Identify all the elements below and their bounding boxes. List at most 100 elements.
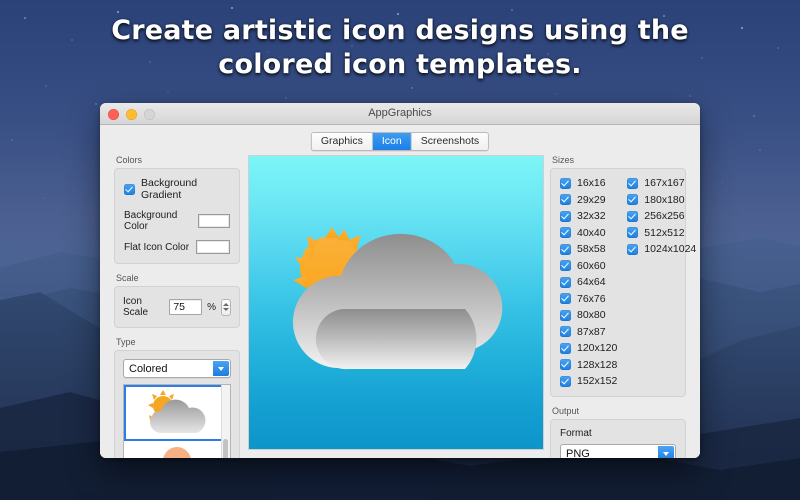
format-select-value: PNG xyxy=(566,447,590,459)
thumbnail-scrollbar[interactable] xyxy=(221,385,230,458)
size-checkbox-58x58[interactable] xyxy=(560,243,571,255)
size-label: 60x60 xyxy=(577,259,606,272)
thumbnail-sun-cloud-icon[interactable] xyxy=(124,385,230,441)
sizes-column-one: 16x16 29x29 32x32 40x40 58x58 60x60 64x64 76x76… xyxy=(560,177,617,387)
size-checkbox-60x60[interactable] xyxy=(560,260,571,271)
size-checkbox-64x64[interactable] xyxy=(560,276,571,288)
type-select[interactable]: Colored xyxy=(123,359,231,378)
sizes-group: Sizes 16x16 29x29 32x32 40x40 58x58 60x60 64x6… xyxy=(550,155,696,397)
size-checkbox-167x167[interactable] xyxy=(627,177,639,189)
sizes-group-body: 16x16 29x29 32x32 40x40 58x58 60x60 64x64 76x76… xyxy=(550,168,696,397)
marketing-headline: Create artistic icon designs using the c… xyxy=(0,14,800,82)
size-label: 87x87 xyxy=(577,325,606,338)
size-row-32x32[interactable]: 32x32 xyxy=(560,210,617,222)
background-gradient-checkbox[interactable] xyxy=(124,183,135,195)
stepper-up-icon[interactable] xyxy=(223,303,230,306)
size-checkbox-512x512[interactable] xyxy=(627,227,639,238)
size-row-512x512[interactable]: 512x512 xyxy=(627,227,696,239)
size-row-256x256[interactable]: 256x256 xyxy=(627,210,696,222)
size-row-1024x1024[interactable]: 1024x1024 xyxy=(627,243,696,255)
size-label: 180x180 xyxy=(644,193,685,206)
size-row-80x80[interactable]: 80x80 xyxy=(560,309,617,321)
background-color-well[interactable] xyxy=(198,214,230,228)
size-row-120x120[interactable]: 120x120 xyxy=(560,342,617,354)
sun-cloud-icon xyxy=(148,390,206,433)
size-row-87x87[interactable]: 87x87 xyxy=(560,326,617,338)
window-titlebar: AppGraphics xyxy=(100,103,700,125)
size-checkbox-152x152[interactable] xyxy=(560,375,571,387)
size-checkbox-80x80[interactable] xyxy=(560,309,571,321)
tab-icon[interactable]: Icon xyxy=(372,133,412,150)
flat-icon-color-row: Flat Icon Color xyxy=(124,240,230,254)
type-group: Type Colored xyxy=(114,337,240,458)
size-label: 16x16 xyxy=(577,177,606,189)
size-label: 29x29 xyxy=(577,193,606,206)
size-label: 58x58 xyxy=(577,243,606,255)
size-row-29x29[interactable]: 29x29 xyxy=(560,194,617,206)
size-checkbox-180x180[interactable] xyxy=(627,194,639,205)
zoom-button[interactable] xyxy=(144,109,155,120)
size-checkbox-16x16[interactable] xyxy=(560,177,571,189)
type-group-body: Colored xyxy=(114,350,240,458)
size-row-180x180[interactable]: 180x180 xyxy=(627,194,696,206)
size-checkbox-256x256[interactable] xyxy=(627,210,639,222)
minimize-button[interactable] xyxy=(126,109,137,120)
size-row-152x152[interactable]: 152x152 xyxy=(560,375,617,387)
size-label: 1024x1024 xyxy=(644,243,697,255)
preview-panel xyxy=(248,155,544,450)
background-gradient-label: Background Gradient xyxy=(141,177,198,201)
window-title: AppGraphics xyxy=(368,107,432,119)
percent-unit-label: % xyxy=(207,301,217,313)
thumbnail-scrollbar-thumb[interactable] xyxy=(223,439,228,458)
size-checkbox-76x76[interactable] xyxy=(560,293,571,304)
size-label: 32x32 xyxy=(577,210,606,222)
size-checkbox-120x120[interactable] xyxy=(560,342,571,354)
size-checkbox-40x40[interactable] xyxy=(560,227,571,238)
size-row-128x128[interactable]: 128x128 xyxy=(560,359,617,371)
size-row-76x76[interactable]: 76x76 xyxy=(560,293,617,305)
icon-scale-label: Icon Scale xyxy=(123,296,149,318)
format-label: Format xyxy=(560,428,592,439)
size-checkbox-1024x1024[interactable] xyxy=(627,243,639,255)
size-label: 512x512 xyxy=(644,226,685,239)
format-select[interactable]: PNG xyxy=(560,444,676,458)
flat-icon-color-well[interactable] xyxy=(196,240,230,254)
cloud-base-shape xyxy=(315,309,477,370)
size-checkbox-128x128[interactable] xyxy=(560,359,571,370)
size-row-167x167[interactable]: 167x167 xyxy=(627,177,696,189)
close-button[interactable] xyxy=(108,109,119,120)
tab-bar: Graphics Icon Screenshots xyxy=(100,125,700,155)
tab-screenshots[interactable]: Screenshots xyxy=(411,133,489,150)
background-gradient-row[interactable]: Background Gradient xyxy=(124,177,230,201)
size-row-64x64[interactable]: 64x64 xyxy=(560,276,617,288)
icon-preview-canvas[interactable] xyxy=(248,155,544,450)
size-checkbox-29x29[interactable] xyxy=(560,194,571,205)
icon-scale-input[interactable]: 75 xyxy=(169,299,203,315)
stepper-down-icon[interactable] xyxy=(223,308,230,311)
colors-group-body: Background Gradient Background Color Fla… xyxy=(114,168,240,264)
output-group: Output Format PNG Save Icon(s) xyxy=(550,406,686,458)
left-panel: Colors Background Gradient Background Co… xyxy=(114,155,240,458)
output-group-body: Format PNG Save Icon(s) xyxy=(550,419,686,458)
size-row-60x60[interactable]: 60x60 xyxy=(560,260,617,272)
chevron-down-icon[interactable] xyxy=(213,361,229,376)
size-checkbox-32x32[interactable] xyxy=(560,210,571,222)
type-thumbnail-list[interactable] xyxy=(123,384,231,458)
format-chevron-down-icon[interactable] xyxy=(658,446,674,458)
size-row-16x16[interactable]: 16x16 xyxy=(560,177,617,189)
tab-group: Graphics Icon Screenshots xyxy=(310,132,490,151)
icon-scale-stepper[interactable] xyxy=(221,298,231,316)
tab-graphics[interactable]: Graphics xyxy=(311,133,373,150)
size-row-40x40[interactable]: 40x40 xyxy=(560,227,617,239)
size-row-58x58[interactable]: 58x58 xyxy=(560,243,617,255)
sun-behind-cloud-icon xyxy=(292,227,503,370)
thumbnail-person-icon[interactable] xyxy=(124,441,230,458)
colors-group: Colors Background Gradient Background Co… xyxy=(114,155,240,264)
size-label: 167x167 xyxy=(644,177,685,189)
type-select-value: Colored xyxy=(129,362,168,375)
size-checkbox-87x87[interactable] xyxy=(560,326,571,337)
sizes-column-two: 167x167 180x180 256x256 512x512 1024x1024 xyxy=(627,177,696,387)
size-label: 40x40 xyxy=(577,226,606,239)
colors-group-title: Colors xyxy=(116,155,143,165)
scale-group: Scale Icon Scale 75 % xyxy=(114,273,240,328)
